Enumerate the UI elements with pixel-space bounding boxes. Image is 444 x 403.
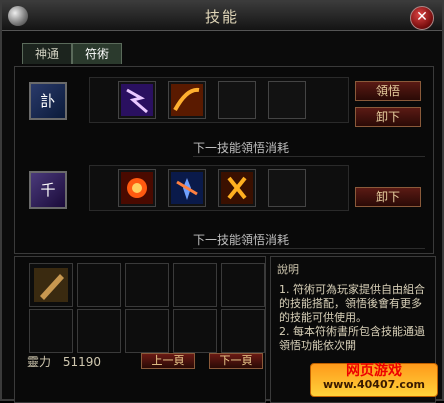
inventory-slot[interactable] [221,263,265,307]
tab-shentong[interactable]: 神通 [22,43,72,64]
prev-page-button[interactable]: 上一頁 [141,353,195,369]
title-bar[interactable]: 技能 ✕ [2,2,442,31]
window-title: 技能 [204,8,239,26]
inventory-slot[interactable] [173,263,217,307]
spirit-stat: 靈力 51190 [27,353,101,370]
skill-slot[interactable] [118,81,156,119]
spirit-value: 51190 [62,355,102,369]
fire-slash-skill-icon [171,84,203,116]
skill-row-2 [89,165,349,211]
skill-book-1[interactable]: 訃 [29,82,67,120]
skill-window: 技能 ✕ 神通 符術 訃 領悟 卸下 下一技能領悟消耗 千 卸下 下一技能領悟消… [0,0,444,403]
divider [193,248,425,249]
skill-slot[interactable] [118,169,156,207]
close-button[interactable]: ✕ [410,6,434,30]
description-body: 1. 符術可為玩家提供自由組合的技能搭配，領悟後會有更多的技能可供使用。 2. … [279,283,425,352]
next-cost-label-1: 下一技能領悟消耗 [193,141,290,155]
next-cost-label-2: 下一技能領悟消耗 [193,233,290,247]
inventory-slot[interactable] [173,309,217,353]
skill-slot-empty[interactable] [268,169,306,207]
flame-burst-skill-icon [121,172,153,204]
comprehend-button[interactable]: 領悟 [355,81,421,101]
next-page-button[interactable]: 下一頁 [209,353,263,369]
skill-book-2[interactable]: 千 [29,171,67,209]
inventory-slot[interactable] [125,263,169,307]
unload-button-1[interactable]: 卸下 [355,107,421,127]
skill-slot-empty[interactable] [268,81,306,119]
book-glyph: 千 [40,181,56,199]
talisman-book-icon [34,268,68,302]
skill-slot[interactable] [168,81,206,119]
inventory-slot[interactable] [77,263,121,307]
warrior-skill-icon [171,172,203,204]
watermark-line1: 网页游戏 [346,363,402,379]
description-header: 說明 [277,263,299,276]
flame-rune-skill-icon [221,172,253,204]
inventory-panel: 靈力 51190 上一頁 下一頁 [14,256,266,403]
inventory-slot[interactable] [29,263,73,307]
book-glyph: 訃 [40,92,56,110]
site-watermark: 网页游戏 www.40407.com [310,363,438,397]
skill-row-1 [89,77,349,123]
skill-slot[interactable] [168,169,206,207]
skill-books-panel: 訃 領悟 卸下 下一技能領悟消耗 千 卸下 下一技能領悟消耗 [14,66,434,254]
lightning-skill-icon [121,84,153,116]
inventory-slot[interactable] [125,309,169,353]
inventory-slot[interactable] [77,309,121,353]
skill-slot[interactable] [218,169,256,207]
inventory-slot[interactable] [221,309,265,353]
unload-button-2[interactable]: 卸下 [355,187,421,207]
watermark-line2: www.40407.com [323,378,425,391]
tab-fushu[interactable]: 符術 [72,43,122,64]
spirit-label: 靈力 [27,355,52,369]
divider [193,156,425,157]
inventory-slot[interactable] [29,309,73,353]
skill-slot-empty[interactable] [218,81,256,119]
